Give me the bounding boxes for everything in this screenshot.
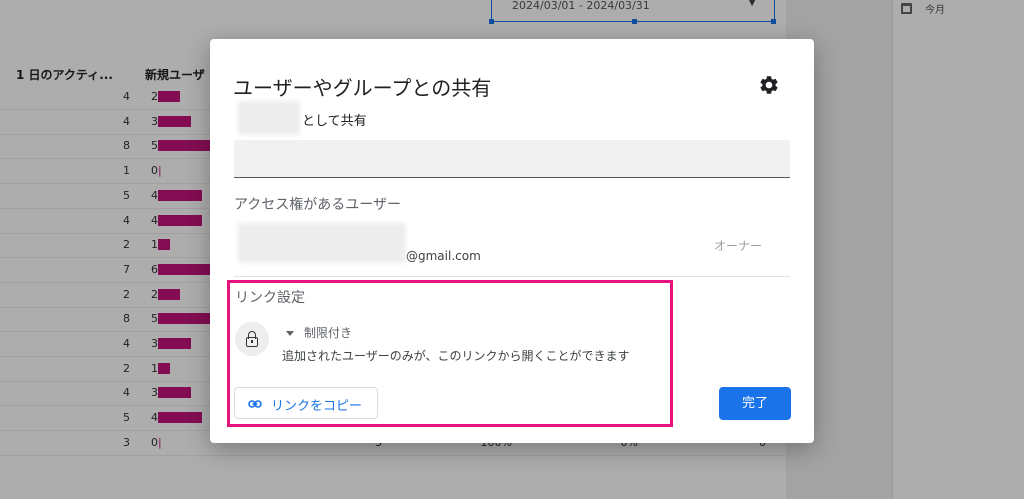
user-role: オーナー [714, 239, 763, 253]
access-heading: アクセス権があるユーザー [234, 197, 402, 213]
divider [234, 276, 790, 277]
restriction-dropdown[interactable]: 制限付き [286, 324, 352, 341]
link-settings-heading: リンク設定 [235, 290, 305, 306]
blurred-account-name [238, 101, 300, 135]
share-dialog: ユーザーやグループとの共有 として共有 アクセス権があるユーザー @gmail.… [210, 39, 814, 443]
gear-icon[interactable] [758, 74, 780, 96]
restriction-label: 制限付き [304, 326, 353, 340]
copy-link-button[interactable]: リンクをコピー [234, 387, 378, 419]
copy-link-label: リンクをコピー [271, 399, 363, 414]
done-button[interactable]: 完了 [719, 387, 791, 420]
user-email: @gmail.com [406, 249, 481, 263]
restriction-description: 追加されたユーザーのみが、このリンクから開くことができます [282, 349, 630, 363]
blurred-user-name [238, 223, 406, 263]
dialog-title: ユーザーやグループとの共有 [233, 78, 492, 100]
lock-icon [235, 322, 269, 356]
add-people-input[interactable] [234, 140, 790, 178]
link-icon [248, 400, 262, 408]
share-as-label: として共有 [302, 114, 367, 129]
caret-down-icon [286, 331, 294, 336]
